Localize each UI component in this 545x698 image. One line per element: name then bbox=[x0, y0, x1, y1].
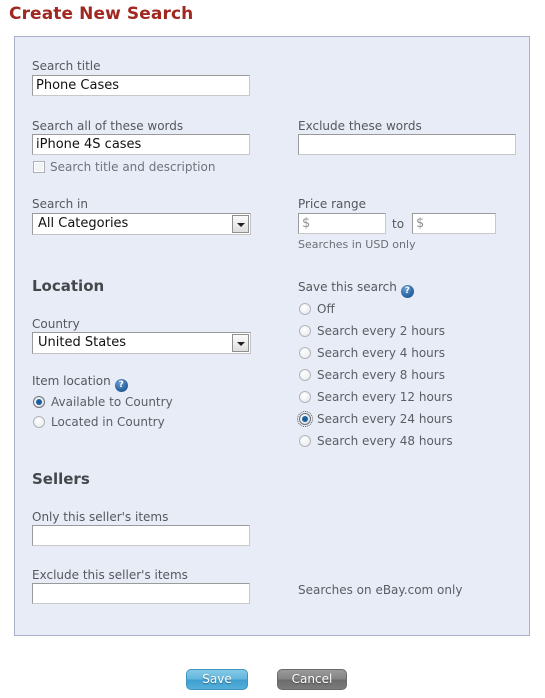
radio-icon[interactable] bbox=[299, 346, 311, 359]
location-heading: Location bbox=[32, 277, 105, 295]
item-location-label-row: Item location? bbox=[32, 374, 128, 392]
only-seller-input[interactable] bbox=[32, 525, 250, 546]
radio-save-48-hours[interactable]: Search every 48 hours bbox=[299, 431, 453, 450]
radio-save-4-hours[interactable]: Search every 4 hours bbox=[299, 343, 445, 362]
search-in-label: Search in bbox=[32, 197, 88, 211]
price-min-input[interactable] bbox=[298, 213, 386, 234]
radio-save-4-hours-label: Search every 4 hours bbox=[317, 345, 445, 360]
chevron-down-icon[interactable] bbox=[232, 334, 249, 352]
radio-icon[interactable] bbox=[299, 302, 311, 315]
country-label: Country bbox=[32, 317, 80, 331]
radio-save-12-hours[interactable]: Search every 12 hours bbox=[299, 387, 453, 406]
sellers-heading: Sellers bbox=[32, 470, 90, 488]
radio-save-12-hours-label: Search every 12 hours bbox=[317, 389, 453, 404]
radio-save-2-hours[interactable]: Search every 2 hours bbox=[299, 321, 445, 340]
radio-save-8-hours-label: Search every 8 hours bbox=[317, 367, 445, 382]
exclude-words-label: Exclude these words bbox=[298, 119, 422, 133]
radio-icon[interactable] bbox=[299, 390, 311, 403]
save-this-search-label-row: Save this search? bbox=[298, 280, 414, 298]
search-words-label: Search all of these words bbox=[32, 119, 184, 133]
search-title-description-checkbox-row[interactable]: Search title and description bbox=[33, 160, 215, 174]
radio-available-to-country[interactable]: Available to Country bbox=[33, 392, 173, 411]
radio-save-2-hours-label: Search every 2 hours bbox=[317, 323, 445, 338]
radio-save-48-hours-label: Search every 48 hours bbox=[317, 433, 453, 448]
search-title-input[interactable] bbox=[32, 75, 250, 96]
radio-icon[interactable] bbox=[33, 415, 45, 428]
radio-save-24-hours-label: Search every 24 hours bbox=[317, 411, 453, 426]
chevron-down-icon[interactable] bbox=[232, 215, 249, 233]
only-seller-label: Only this seller's items bbox=[32, 510, 169, 524]
ebay-footer-hint: Searches on eBay.com only bbox=[298, 583, 463, 597]
radio-located-in-country-label: Located in Country bbox=[51, 414, 165, 429]
exclude-seller-label: Exclude this seller's items bbox=[32, 568, 188, 582]
search-in-selected-value: All Categories bbox=[38, 216, 129, 231]
price-range-separator: to bbox=[392, 217, 405, 231]
checkbox-icon[interactable] bbox=[33, 161, 45, 173]
country-select[interactable]: United States bbox=[32, 332, 251, 354]
price-max-input[interactable] bbox=[412, 213, 496, 234]
country-selected-value: United States bbox=[38, 335, 127, 350]
help-icon[interactable]: ? bbox=[400, 285, 414, 298]
price-range-label: Price range bbox=[298, 197, 366, 211]
radio-save-24-hours[interactable]: Search every 24 hours bbox=[297, 409, 453, 428]
create-search-panel: Search title Search all of these words S… bbox=[14, 36, 530, 636]
radio-save-off-label: Off bbox=[317, 301, 335, 316]
radio-icon[interactable] bbox=[299, 368, 311, 381]
search-title-description-label: Search title and description bbox=[50, 160, 216, 174]
exclude-seller-input[interactable] bbox=[32, 583, 250, 604]
search-in-select[interactable]: All Categories bbox=[32, 213, 251, 235]
radio-icon[interactable] bbox=[299, 324, 311, 337]
cancel-button[interactable]: Cancel bbox=[277, 669, 347, 690]
search-title-label: Search title bbox=[32, 59, 101, 73]
item-location-label: Item location bbox=[32, 374, 111, 388]
search-words-input[interactable] bbox=[32, 134, 250, 155]
radio-available-to-country-label: Available to Country bbox=[51, 394, 173, 409]
exclude-words-input[interactable] bbox=[298, 134, 516, 155]
radio-icon[interactable] bbox=[299, 434, 311, 447]
radio-save-off[interactable]: Off bbox=[299, 299, 335, 318]
save-this-search-label: Save this search bbox=[298, 280, 397, 294]
page-title: Create New Search bbox=[9, 4, 194, 24]
radio-icon-selected[interactable] bbox=[297, 410, 313, 427]
radio-save-8-hours[interactable]: Search every 8 hours bbox=[299, 365, 445, 384]
price-range-hint: Searches in USD only bbox=[298, 238, 416, 251]
radio-located-in-country[interactable]: Located in Country bbox=[33, 412, 165, 431]
help-icon[interactable]: ? bbox=[114, 379, 128, 392]
radio-icon-selected[interactable] bbox=[33, 395, 45, 408]
save-button[interactable]: Save bbox=[186, 669, 248, 690]
